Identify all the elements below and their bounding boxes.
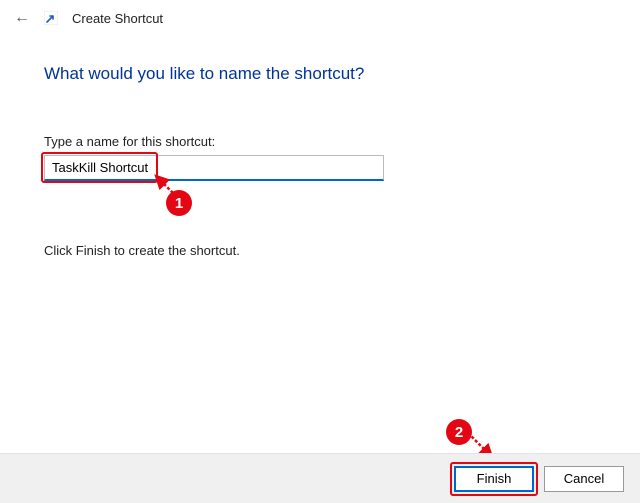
- wizard-header: ← Create Shortcut: [0, 0, 640, 34]
- instruction-text: Click Finish to create the shortcut.: [44, 243, 596, 258]
- wizard-content: What would you like to name the shortcut…: [0, 34, 640, 258]
- finish-button-wrap: Finish: [454, 466, 534, 492]
- finish-button[interactable]: Finish: [454, 466, 534, 492]
- cancel-button[interactable]: Cancel: [544, 466, 624, 492]
- window-title: Create Shortcut: [72, 11, 163, 26]
- shortcut-name-input[interactable]: [44, 155, 384, 181]
- annotation-callout-2: 2: [446, 419, 472, 445]
- back-arrow-icon[interactable]: ←: [14, 10, 30, 26]
- name-input-wrap: [44, 155, 384, 181]
- page-heading: What would you like to name the shortcut…: [44, 64, 596, 84]
- name-field-label: Type a name for this shortcut:: [44, 134, 596, 149]
- wizard-footer: Finish Cancel: [0, 453, 640, 503]
- shortcut-icon: [44, 11, 58, 25]
